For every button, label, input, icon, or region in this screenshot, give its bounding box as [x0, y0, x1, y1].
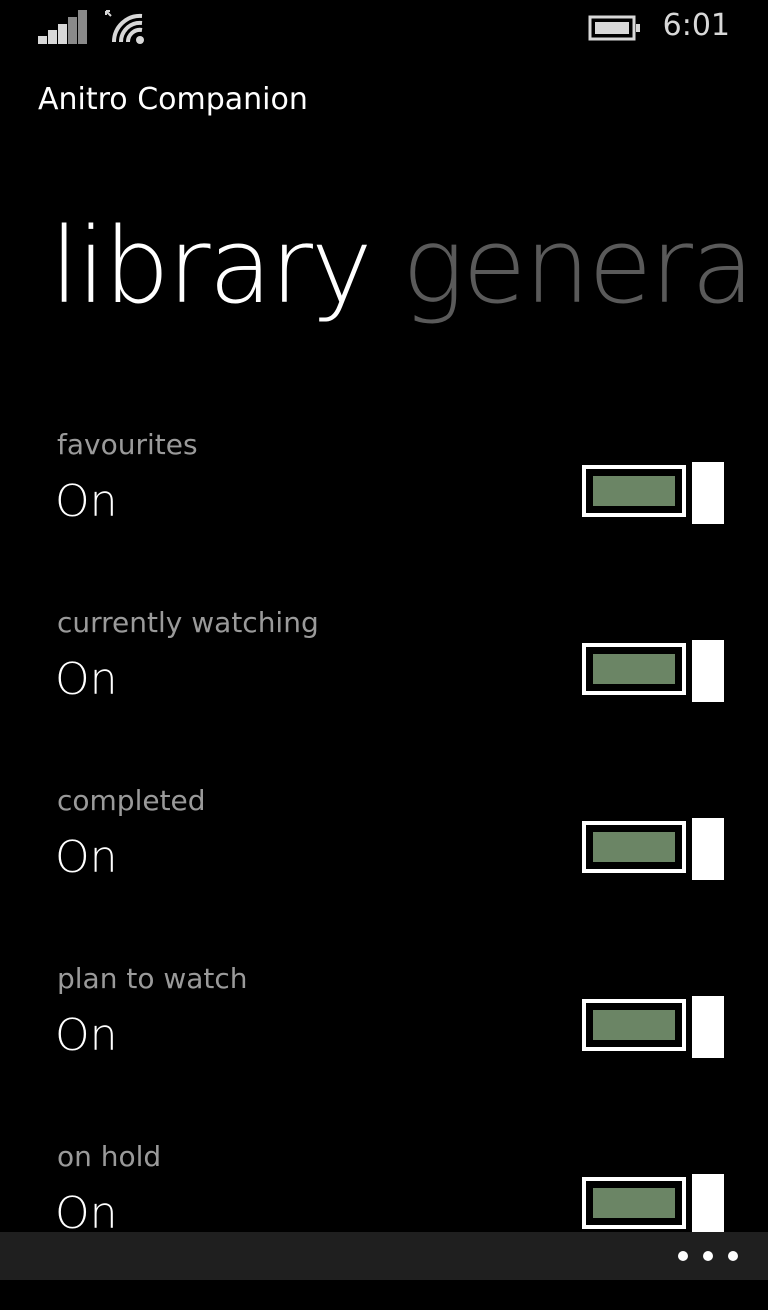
setting-value: On	[55, 832, 118, 883]
currently-watching-toggle[interactable]	[582, 640, 724, 702]
setting-row-plan-to-watch: plan to watch On	[0, 954, 768, 1132]
setting-value: On	[55, 654, 118, 705]
setting-row-on-hold: on hold On	[0, 1132, 768, 1310]
toggle-fill	[593, 1010, 675, 1040]
on-hold-toggle[interactable]	[582, 1174, 724, 1236]
setting-row-completed: completed On	[0, 776, 768, 954]
toggle-thumb[interactable]	[692, 818, 724, 880]
toggle-fill	[593, 832, 675, 862]
status-time: 6:01	[662, 8, 730, 43]
toggle-fill	[593, 476, 675, 506]
dot-icon	[678, 1251, 688, 1261]
dot-icon	[703, 1251, 713, 1261]
setting-label: currently watching	[57, 606, 319, 639]
setting-label: plan to watch	[57, 962, 248, 995]
toggle-thumb[interactable]	[692, 462, 724, 524]
more-ellipsis-icon[interactable]	[678, 1232, 738, 1280]
completed-toggle[interactable]	[582, 818, 724, 880]
toggle-track	[582, 465, 686, 517]
plan-to-watch-toggle[interactable]	[582, 996, 724, 1058]
app-bar	[0, 1232, 768, 1280]
wifi-icon	[105, 10, 144, 44]
setting-row-currently-watching: currently watching On	[0, 598, 768, 776]
battery-icon	[588, 15, 640, 41]
toggle-track	[582, 643, 686, 695]
toggle-fill	[593, 1188, 675, 1218]
setting-label: favourites	[57, 428, 198, 461]
toggle-track	[582, 821, 686, 873]
pivot-tab-library[interactable]: library	[50, 196, 373, 336]
toggle-thumb[interactable]	[692, 1174, 724, 1236]
setting-row-favourites: favourites On	[0, 420, 768, 598]
signal-strength-icon	[38, 10, 88, 44]
settings-list: favourites On currently watching On comp…	[0, 420, 768, 1310]
pivot-tab-general[interactable]: genera	[402, 196, 755, 336]
toggle-fill	[593, 654, 675, 684]
setting-label: completed	[57, 784, 206, 817]
toggle-thumb[interactable]	[692, 996, 724, 1058]
app-title: Anitro Companion	[38, 82, 308, 117]
toggle-thumb[interactable]	[692, 640, 724, 702]
setting-value: On	[55, 1010, 118, 1061]
toggle-track	[582, 999, 686, 1051]
pivot-header: library genera	[0, 196, 768, 346]
dot-icon	[728, 1251, 738, 1261]
setting-label: on hold	[57, 1140, 162, 1173]
status-bar: 6:01	[0, 0, 768, 56]
setting-value: On	[55, 476, 118, 527]
favourites-toggle[interactable]	[582, 462, 724, 524]
toggle-track	[582, 1177, 686, 1229]
